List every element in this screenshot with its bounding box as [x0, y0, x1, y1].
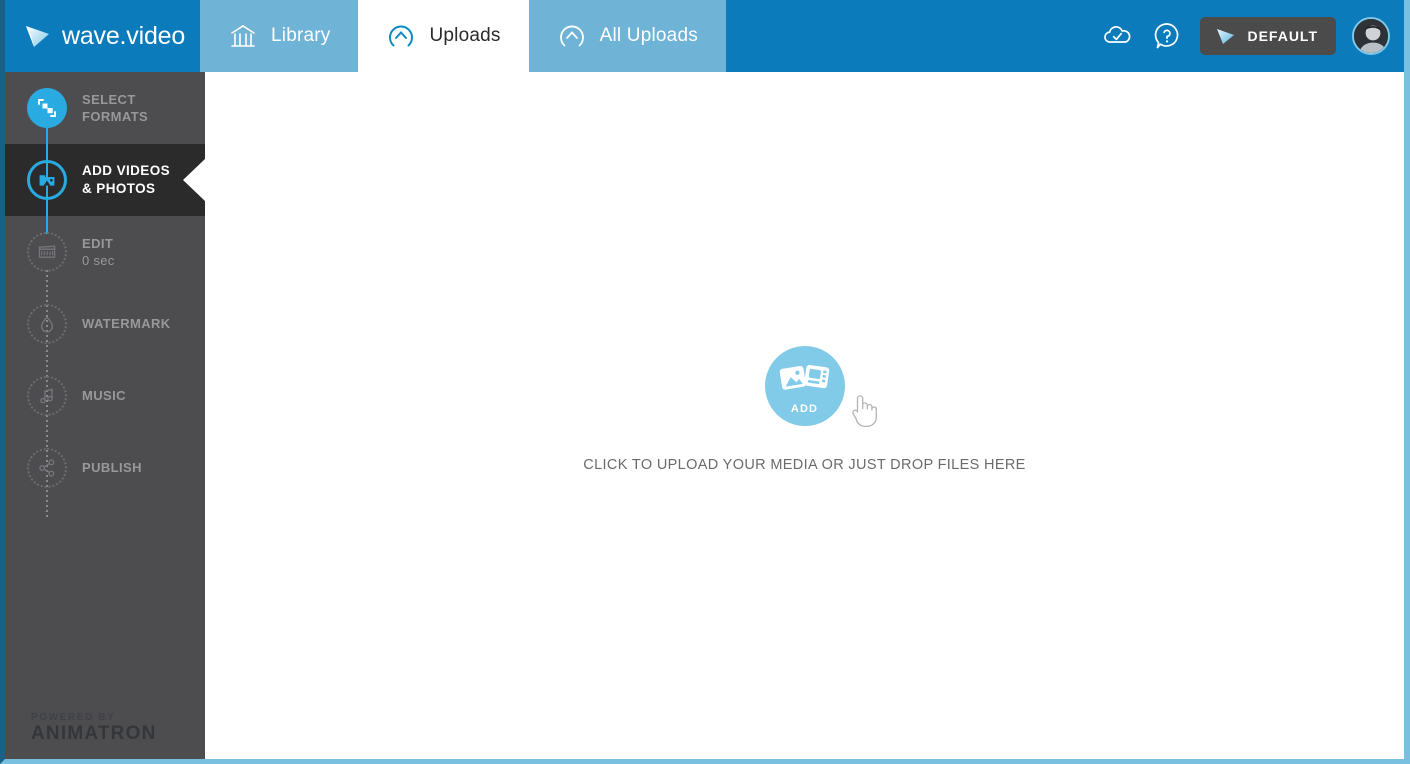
uploads-panel: ADD CLICK TO UPLOAD YOUR MEDIA OR JUST D…	[205, 72, 1404, 759]
powered-by-label: POWERED BY	[31, 711, 116, 723]
wave-video-app: wave.video Library Uploads All Uploads D…	[0, 0, 1410, 764]
project-default-label: DEFAULT	[1247, 28, 1318, 44]
tab-all-uploads-label: All Uploads	[599, 25, 698, 46]
app-header: wave.video Library Uploads All Uploads D…	[5, 0, 1404, 72]
avatar-photo-icon	[1354, 19, 1388, 53]
play-triangle-icon	[1214, 25, 1236, 47]
upload-arrow-circle-icon	[386, 21, 416, 51]
library-building-icon	[228, 21, 258, 51]
cloud-check-icon[interactable]	[1100, 19, 1134, 53]
sidebar-item-label-2: FORMATS	[82, 109, 149, 124]
add-media-button[interactable]: ADD	[764, 346, 877, 428]
sidebar-item-label: MUSIC	[82, 388, 126, 404]
pointing-hand-cursor-icon	[847, 391, 881, 434]
dropzone-hint: CLICK TO UPLOAD YOUR MEDIA OR JUST DROP …	[583, 457, 1026, 473]
sidebar-item-edit[interactable]: EDIT 0 sec	[5, 216, 205, 288]
add-media-label: ADD	[790, 403, 819, 415]
sidebar-item-label: WATERMARK	[82, 316, 171, 332]
help-question-icon[interactable]	[1150, 19, 1184, 53]
animatron-wordmark: ANIMATRON	[31, 723, 157, 745]
user-avatar[interactable]	[1352, 17, 1390, 55]
sidebar-item-duration: 0 sec	[82, 253, 115, 268]
tab-uploads-label: Uploads	[429, 25, 501, 46]
header-tabs: Library Uploads All Uploads	[200, 0, 726, 72]
sidebar-item-label: PUBLISH	[82, 460, 142, 476]
tab-library-label: Library	[271, 25, 331, 46]
workflow-sidebar: SELECT FORMATS ADD VIDEOS & PHOTOS EDIT …	[5, 72, 205, 759]
tab-uploads[interactable]: Uploads	[358, 0, 529, 72]
tab-library[interactable]: Library	[200, 0, 359, 72]
powered-by-footer: POWERED BY ANIMATRON	[31, 712, 157, 745]
music-note-icon	[27, 376, 67, 416]
sidebar-item-music[interactable]: MUSIC	[5, 360, 205, 432]
upload-dropzone[interactable]: ADD CLICK TO UPLOAD YOUR MEDIA OR JUST D…	[583, 346, 1025, 473]
crop-formats-icon	[27, 88, 67, 128]
sidebar-item-label-2: & PHOTOS	[82, 181, 156, 196]
brand-logo[interactable]: wave.video	[5, 0, 200, 72]
sidebar-item-watermark[interactable]: WATERMARK	[5, 288, 205, 360]
wave-play-logo-icon	[22, 21, 52, 51]
sidebar-item-label: SELECT	[82, 91, 136, 107]
clapperboard-icon	[27, 232, 67, 272]
project-default-button[interactable]: DEFAULT	[1200, 17, 1336, 55]
brand-name: wave.video	[62, 21, 186, 50]
photo-media-icon	[27, 160, 67, 200]
share-nodes-icon	[27, 448, 67, 488]
header-actions: DEFAULT	[1100, 0, 1404, 72]
upload-arrow-circle-icon	[557, 21, 587, 51]
sidebar-item-select-formats[interactable]: SELECT FORMATS	[5, 72, 205, 144]
sidebar-item-publish[interactable]: PUBLISH	[5, 432, 205, 504]
tab-all-uploads[interactable]: All Uploads	[528, 0, 726, 72]
water-droplet-icon	[27, 304, 67, 344]
sidebar-item-add-videos-photos[interactable]: ADD VIDEOS & PHOTOS	[5, 144, 205, 216]
sidebar-item-label: EDIT	[82, 235, 114, 251]
sidebar-item-label: ADD VIDEOS	[82, 163, 171, 179]
photo-and-film-icon	[778, 361, 832, 406]
